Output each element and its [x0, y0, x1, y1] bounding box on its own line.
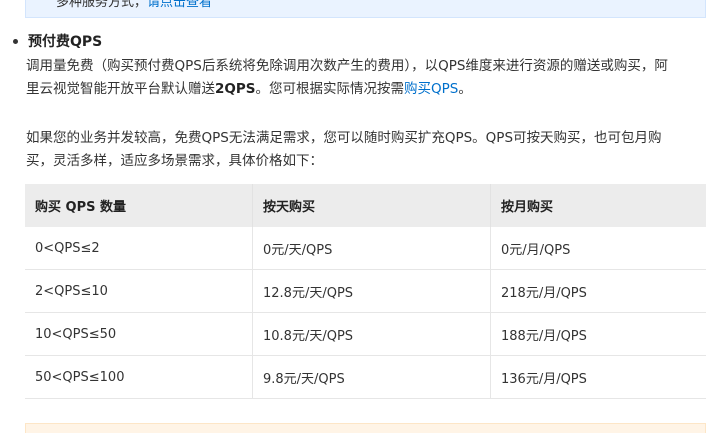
table-header-row: 购买 QPS 数量 按天购买 按月购买 — [25, 184, 706, 227]
cell-qps-range: 10<QPS≤50 — [25, 312, 253, 356]
cell-qps-range: 2<QPS≤10 — [25, 269, 253, 313]
intro-line-2-end: 。 — [458, 81, 472, 97]
table-row: 50<QPS≤100 9.8元/天/QPS 136元/月/QPS — [25, 355, 706, 399]
header-qps-quantity: 购买 QPS 数量 — [25, 184, 253, 227]
header-monthly-price: 按月购买 — [490, 184, 706, 227]
pricing-line-2: 买，灵活多样，适应多场景需求，具体价格如下： — [26, 153, 323, 169]
table-row: 2<QPS≤10 12.8元/天/QPS 218元/月/QPS — [25, 269, 706, 313]
doc-page: 多种服务方式，请点击查看 预付费QPS 调用量免费（购买预付费QPS后系统将免除… — [0, 0, 720, 433]
cell-daily-price: 10.8元/天/QPS — [252, 312, 491, 356]
buy-qps-link[interactable]: 购买QPS — [404, 81, 458, 97]
table-row: 0<QPS≤2 0元/天/QPS 0元/月/QPS — [25, 227, 706, 270]
info-note-label: 多种服务方式， — [56, 0, 148, 10]
intro-line-2-text: 里云视觉智能开放平台默认赠送 — [26, 81, 215, 97]
cell-monthly-price: 188元/月/QPS — [490, 312, 706, 356]
info-note-text: 多种服务方式，请点击查看 — [56, 0, 212, 10]
cell-monthly-price: 0元/月/QPS — [490, 227, 706, 270]
table-row: 10<QPS≤50 10.8元/天/QPS 188元/月/QPS — [25, 312, 706, 356]
section-title: 预付费QPS — [28, 34, 103, 50]
pricing-line-1: 如果您的业务并发较高，免费QPS无法满足需求，您可以随时购买扩充QPS。QPS可… — [26, 130, 662, 146]
cell-qps-range: 50<QPS≤100 — [25, 355, 253, 399]
intro-line-1: 调用量免费（购买预付费QPS后系统将免除调用次数产生的费用），以QPS维度来进行… — [26, 58, 668, 74]
cell-daily-price: 12.8元/天/QPS — [252, 269, 491, 313]
cell-daily-price: 0元/天/QPS — [252, 227, 491, 270]
qps-price-table: 购买 QPS 数量 按天购买 按月购买 0<QPS≤2 0元/天/QPS 0元/… — [25, 184, 706, 399]
warning-note-box — [25, 423, 706, 433]
pricing-paragraph: 如果您的业务并发较高，免费QPS无法满足需求，您可以随时购买扩充QPS。QPS可… — [26, 127, 662, 173]
cell-daily-price: 9.8元/天/QPS — [252, 355, 491, 399]
header-daily-price: 按天购买 — [252, 184, 491, 227]
cell-qps-range: 0<QPS≤2 — [25, 227, 253, 270]
info-note-link[interactable]: 请点击查看 — [147, 0, 212, 10]
intro-line-2-mid: 。您可根据实际情况按需 — [255, 81, 405, 97]
bullet-icon — [13, 39, 18, 44]
cell-monthly-price: 218元/月/QPS — [490, 269, 706, 313]
intro-line-2: 里云视觉智能开放平台默认赠送2QPS。您可根据实际情况按需购买QPS。 — [26, 78, 668, 101]
intro-paragraph: 调用量免费（购买预付费QPS后系统将免除调用次数产生的费用），以QPS维度来进行… — [26, 55, 668, 101]
free-qps-amount: 2QPS — [215, 81, 256, 97]
cell-monthly-price: 136元/月/QPS — [490, 355, 706, 399]
